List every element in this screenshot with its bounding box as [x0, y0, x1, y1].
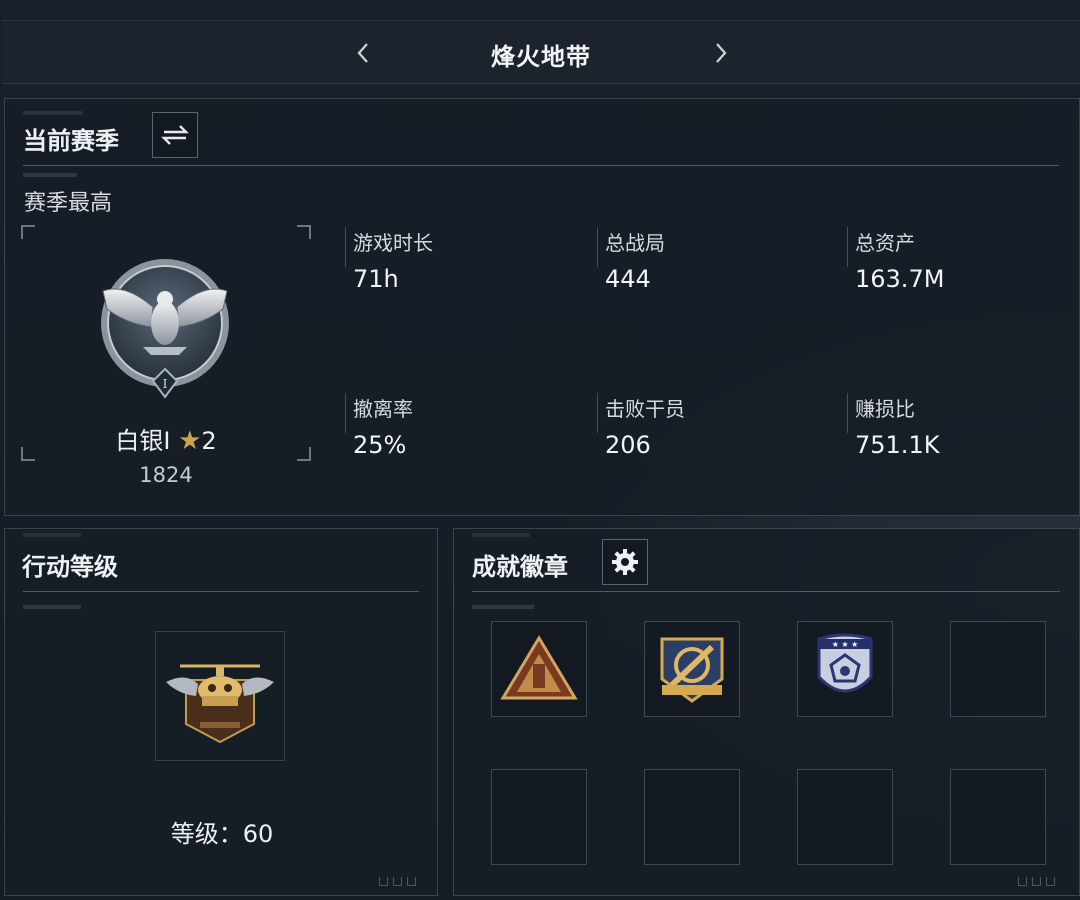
- badge-slot[interactable]: [950, 769, 1046, 865]
- rank-name: 白银I: [115, 427, 171, 455]
- corner-marks: [1018, 877, 1055, 886]
- gear-icon: [612, 549, 638, 575]
- triangle-badge-icon: [500, 635, 578, 700]
- stat-value: 751.1K: [855, 431, 940, 459]
- badge-slot[interactable]: [491, 769, 587, 865]
- stat-divider: [345, 393, 346, 433]
- achievements-title: 成就徽章: [472, 553, 568, 581]
- level-emblem-frame: [155, 631, 285, 761]
- stat-label: 总资产: [855, 231, 915, 255]
- frame-corner: [21, 225, 35, 239]
- panel-tag: [23, 173, 77, 177]
- stat-value: 71h: [353, 265, 399, 293]
- action-level-panel: 行动等级 等级：60: [4, 528, 438, 896]
- panel-tag: [23, 111, 83, 115]
- level-text: 等级：60: [170, 820, 274, 848]
- helicopter-badge-icon: [166, 664, 274, 744]
- svg-text:★ ★ ★: ★ ★ ★: [832, 640, 859, 649]
- achievements-panel: 成就徽章 ★ ★ ★: [453, 528, 1080, 896]
- rank-stars: 2: [201, 427, 217, 455]
- rank-frame: I 白银I ★2 1824: [21, 225, 311, 487]
- swap-button[interactable]: [152, 112, 198, 158]
- mode-header: 烽火地带: [2, 20, 1080, 84]
- stat-divider: [345, 227, 346, 267]
- rank-name-row: 白银I ★2: [21, 421, 311, 456]
- stat-divider: [847, 393, 848, 433]
- rank-emblem-icon: I: [101, 259, 229, 399]
- corner-marks: [379, 877, 416, 886]
- stat-value: 25%: [353, 431, 407, 459]
- divider: [472, 591, 1060, 592]
- stat-value: 206: [605, 431, 651, 459]
- badge-slot[interactable]: [644, 621, 740, 717]
- stat-label: 赚损比: [855, 397, 915, 421]
- badge-slot[interactable]: [950, 621, 1046, 717]
- stat-divider: [597, 227, 598, 267]
- badge-slot[interactable]: [491, 621, 587, 717]
- action-level-title: 行动等级: [22, 553, 118, 581]
- star-icon: ★: [178, 426, 202, 456]
- chevron-right-icon[interactable]: [706, 39, 734, 67]
- crosshair-shield-badge-icon: [660, 637, 724, 703]
- rank-score: 1824: [139, 463, 193, 487]
- stat-label: 游戏时长: [353, 231, 433, 255]
- achievement-settings-button[interactable]: [602, 539, 648, 585]
- emblem-numeral: I: [163, 377, 168, 391]
- panel-tag: [472, 605, 534, 609]
- blue-crest-badge-icon: ★ ★ ★: [817, 633, 873, 693]
- badge-slot[interactable]: [797, 769, 893, 865]
- season-subtitle: 赛季最高: [24, 191, 113, 216]
- badge-slot[interactable]: ★ ★ ★: [797, 621, 893, 717]
- stat-value: 163.7M: [855, 265, 945, 293]
- divider: [23, 165, 1059, 166]
- panel-tag: [472, 533, 530, 537]
- mode-title: 烽火地带: [491, 43, 591, 71]
- stat-label: 总战局: [605, 231, 665, 255]
- swap-icon: [161, 125, 189, 145]
- season-title: 当前赛季: [23, 127, 119, 155]
- panel-tag: [23, 533, 81, 537]
- divider: [23, 591, 419, 592]
- stat-label: 撤离率: [353, 397, 413, 421]
- stat-divider: [597, 393, 598, 433]
- season-panel: 当前赛季 赛季最高 I 白银I ★2 1824 游戏时长 71h 总战局 444…: [4, 98, 1080, 516]
- stat-divider: [847, 227, 848, 267]
- stat-label: 击败干员: [605, 397, 685, 421]
- stat-value: 444: [605, 265, 651, 293]
- badge-slot[interactable]: [644, 769, 740, 865]
- frame-corner: [297, 225, 311, 239]
- panel-tag: [23, 605, 81, 609]
